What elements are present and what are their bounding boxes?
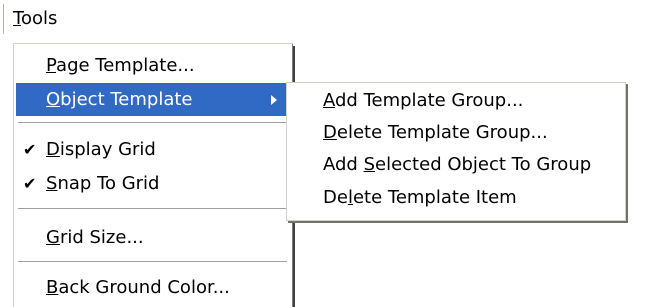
menu-item-object-template[interactable]: Object Template — [16, 83, 289, 116]
delete-template-item-pre: De — [323, 187, 348, 208]
add-template-group-accel: A — [323, 90, 335, 111]
object-template-submenu: Add Template Group... Delete Template Gr… — [286, 82, 626, 221]
snap-to-grid-post: nap To Grid — [57, 173, 160, 194]
tools-accel: T — [13, 8, 21, 29]
tools-menu: Page Template... Object Template ✔ Displ… — [13, 43, 295, 307]
page-template-accel: P — [46, 55, 57, 76]
menu-separator — [18, 261, 287, 265]
add-selected-object-pre: Add — [323, 154, 364, 175]
menu-item-page-template[interactable]: Page Template... — [16, 49, 289, 82]
tools-label-post: ools — [20, 8, 58, 29]
checkmark-icon: ✔ — [23, 140, 37, 159]
back-ground-color-accel: B — [46, 277, 59, 298]
page-template-post: age Template... — [56, 55, 195, 76]
menu-separator — [18, 122, 287, 126]
menubar-separator — [3, 4, 4, 34]
snap-to-grid-accel: S — [46, 173, 58, 194]
back-ground-color-post: ack Ground Color... — [58, 277, 230, 298]
submenu-item-add-template-group[interactable]: Add Template Group... — [287, 86, 625, 116]
object-template-post: bject Template — [60, 89, 193, 110]
display-grid-accel: D — [46, 139, 60, 160]
menu-item-grid-size[interactable]: Grid Size... — [16, 221, 289, 254]
add-template-group-post: dd Template Group... — [335, 90, 524, 111]
add-selected-object-post: elected Object To Group — [375, 154, 592, 175]
delete-template-item-post: ete Template Item — [352, 187, 517, 208]
submenu-arrow-icon — [271, 95, 277, 105]
submenu-item-add-selected-object[interactable]: Add Selected Object To Group — [287, 150, 625, 180]
menu-item-snap-to-grid[interactable]: ✔ Snap To Grid — [16, 167, 289, 200]
menu-item-display-grid[interactable]: ✔ Display Grid — [16, 133, 289, 166]
menu-separator — [18, 208, 287, 212]
grid-size-accel: G — [46, 227, 60, 248]
menu-item-back-ground-color[interactable]: Back Ground Color... — [16, 271, 289, 304]
grid-size-post: rid Size... — [59, 227, 144, 248]
delete-template-group-post: elete Template Group... — [336, 122, 548, 143]
display-grid-post: isplay Grid — [59, 139, 156, 160]
add-selected-object-accel: S — [363, 154, 376, 175]
submenu-item-delete-template-item[interactable]: Delete Template Item — [287, 183, 625, 213]
delete-template-group-accel: D — [323, 122, 337, 143]
object-template-accel: O — [46, 89, 61, 110]
menubar-tools[interactable]: Tools — [11, 6, 59, 32]
submenu-item-delete-template-group[interactable]: Delete Template Group... — [287, 118, 625, 148]
checkmark-icon: ✔ — [23, 174, 37, 193]
